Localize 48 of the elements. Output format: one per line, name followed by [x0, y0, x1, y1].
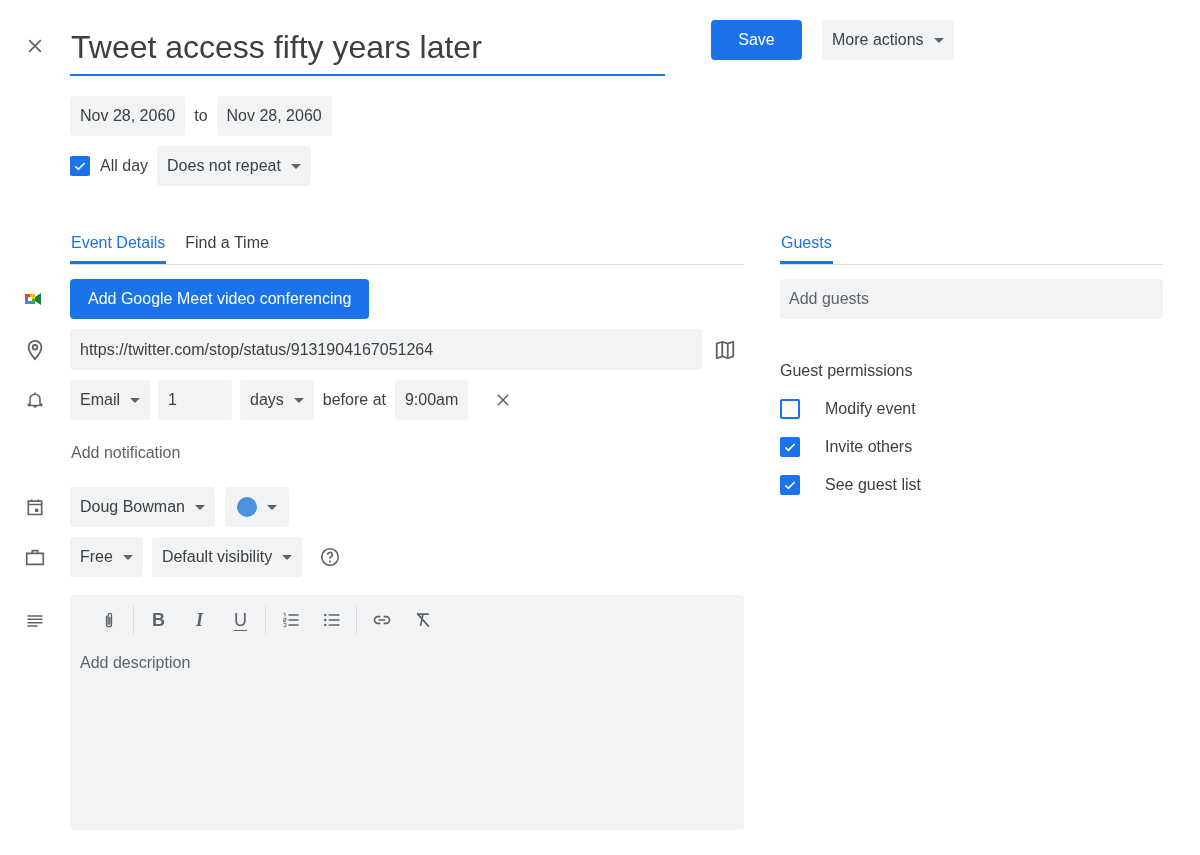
amount-field[interactable]: 1 — [158, 380, 232, 420]
caret-icon — [290, 163, 301, 169]
end-date-field[interactable]: Nov 28, 2060 — [216, 96, 332, 136]
guest-permissions-heading: Guest permissions — [780, 361, 914, 381]
caret-icon — [933, 37, 944, 43]
title-field[interactable]: Tweet access fifty years later — [70, 20, 665, 76]
underline-button[interactable]: U — [220, 605, 261, 635]
permission-checkbox[interactable] — [780, 475, 800, 495]
permission-label: Modify event — [825, 399, 916, 419]
map-button[interactable] — [714, 338, 736, 361]
add-notification-link[interactable]: Add notification — [70, 441, 182, 465]
all-day-checkbox[interactable] — [70, 156, 90, 176]
permission-checkbox[interactable] — [780, 437, 800, 457]
location-field[interactable]: https://twitter.com/stop/status/9131904167051264 — [70, 329, 702, 370]
save-button[interactable]: Save — [711, 20, 802, 60]
color-dropdown[interactable] — [224, 487, 289, 527]
calendar-dropdown[interactable]: Doug Bowman — [70, 487, 215, 527]
start-date-field[interactable]: Nov 28, 2060 — [70, 96, 186, 136]
guests-tab[interactable]: Guests — [780, 224, 833, 264]
caret-icon — [194, 504, 205, 510]
date-separator: to — [193, 106, 209, 126]
repeat-dropdown[interactable]: Does not repeat — [157, 146, 311, 186]
time-field[interactable]: 9:00am — [394, 380, 469, 420]
permission-label: Invite others — [825, 437, 913, 457]
add-guests-field[interactable]: Add guests — [780, 279, 1163, 319]
tab[interactable]: Find a Time — [184, 224, 270, 264]
bold-button[interactable]: B — [138, 605, 179, 635]
visibility-dropdown[interactable]: Default visibility — [151, 537, 303, 577]
caret-icon — [130, 397, 140, 403]
caret-icon — [282, 554, 293, 560]
tab[interactable]: Event Details — [70, 224, 167, 264]
more-actions-button[interactable]: More actions — [822, 20, 954, 60]
bell-icon — [25, 390, 45, 410]
help-icon[interactable] — [319, 546, 342, 568]
meet-button[interactable]: Add Google Meet video conferencing — [70, 279, 370, 319]
italic-button[interactable]: I — [179, 605, 220, 635]
unit-dropdown[interactable]: days — [240, 380, 314, 420]
caret-icon — [266, 504, 277, 510]
method-dropdown[interactable]: Email — [70, 380, 150, 420]
calendar-icon — [25, 497, 45, 517]
all-day-label: All day — [100, 156, 149, 176]
caret-icon — [122, 554, 133, 560]
caret-icon — [293, 397, 304, 403]
before-at-label: before at — [322, 390, 386, 410]
permission-label: See guest list — [825, 475, 922, 495]
permission-checkbox[interactable] — [780, 399, 800, 419]
description-field[interactable]: Add description — [70, 645, 744, 830]
availability-dropdown[interactable]: Free — [70, 537, 143, 577]
